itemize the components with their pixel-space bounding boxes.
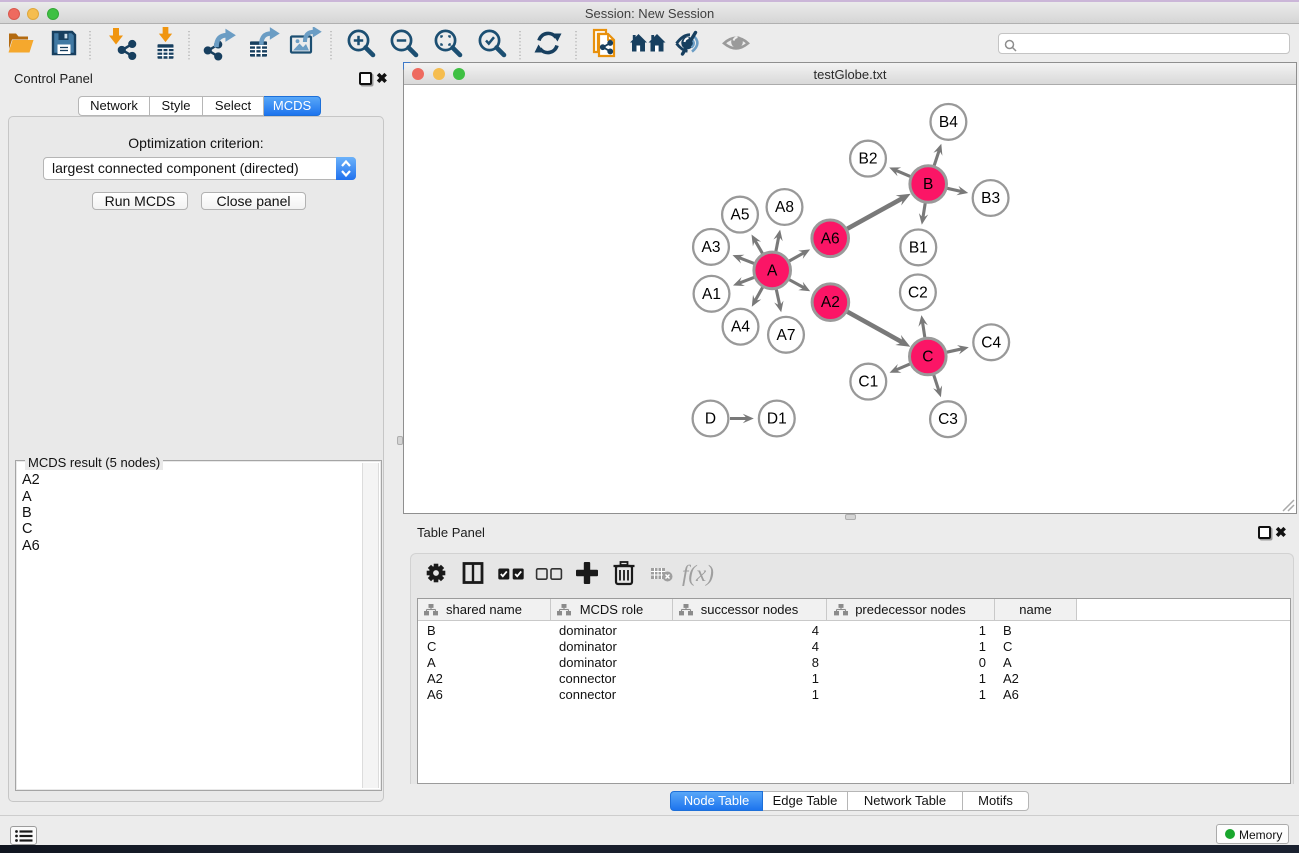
svg-text:D1: D1 <box>767 411 787 428</box>
svg-text:A5: A5 <box>731 207 750 224</box>
svg-text:A8: A8 <box>775 199 794 216</box>
svg-text:A: A <box>767 262 778 279</box>
svg-text:A2: A2 <box>821 294 840 311</box>
svg-text:C1: C1 <box>858 374 878 391</box>
svg-text:B3: B3 <box>981 190 1000 207</box>
svg-text:A6: A6 <box>821 230 840 247</box>
svg-text:A7: A7 <box>777 327 796 344</box>
svg-text:C: C <box>922 349 933 366</box>
svg-text:B4: B4 <box>939 114 958 131</box>
svg-text:C3: C3 <box>938 411 958 428</box>
svg-text:D: D <box>705 411 716 428</box>
svg-text:B2: B2 <box>859 151 878 168</box>
svg-text:C4: C4 <box>981 334 1001 351</box>
svg-text:A1: A1 <box>702 286 721 303</box>
svg-text:f(x): f(x) <box>682 561 714 586</box>
svg-text:B: B <box>923 176 933 193</box>
svg-text:C2: C2 <box>908 284 928 301</box>
svg-text:A4: A4 <box>731 319 750 336</box>
svg-text:B1: B1 <box>909 239 928 256</box>
svg-text:A3: A3 <box>702 239 721 256</box>
